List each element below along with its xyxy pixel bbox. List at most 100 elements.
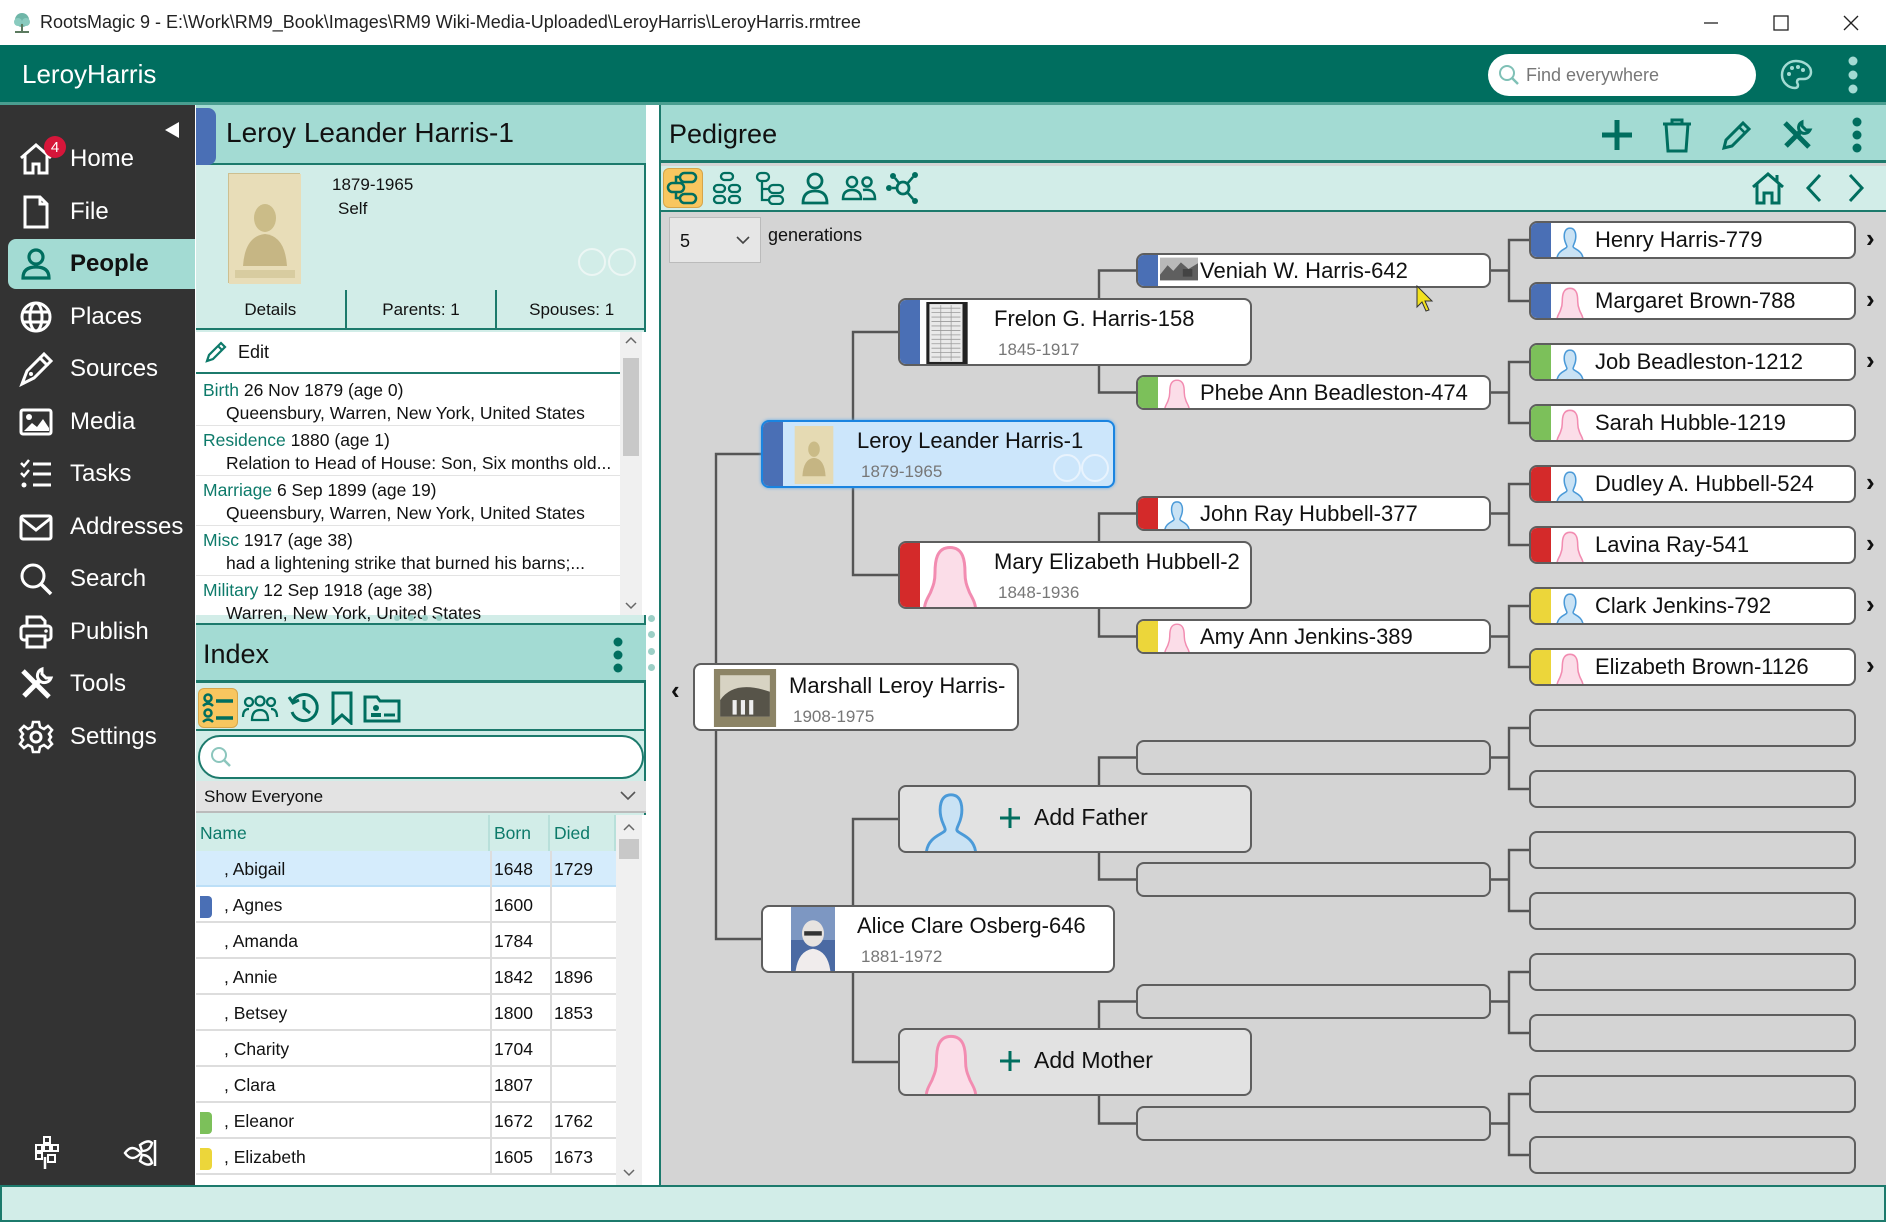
sidebar-item-tools[interactable]: Tools <box>8 659 195 709</box>
sidebar-item-sources[interactable]: Sources <box>8 344 195 394</box>
tools-icon[interactable] <box>1775 113 1819 157</box>
add-mother-box[interactable]: Add Mother <box>898 1028 1252 1096</box>
pedigree-view-icon[interactable] <box>663 168 703 208</box>
empty-person-box[interactable] <box>1529 953 1856 991</box>
sidebar-item-media[interactable]: Media <box>8 397 195 447</box>
grandparent-person-box[interactable]: Veniah W. Harris-642 <box>1136 253 1491 288</box>
familysearch-tree-icon[interactable] <box>32 1135 64 1171</box>
more-vert-icon[interactable] <box>1838 53 1868 97</box>
empty-person-box[interactable] <box>1136 862 1491 897</box>
spouse-person-box[interactable]: Alice Clare Osberg-646 1881-1972 <box>761 905 1115 973</box>
bookmark-icon[interactable] <box>322 688 362 728</box>
close-button[interactable] <box>1816 0 1886 45</box>
empty-person-box[interactable] <box>1529 892 1856 930</box>
index-search-input[interactable] <box>238 747 618 767</box>
scroll-down-icon[interactable] <box>625 602 637 610</box>
delete-icon[interactable] <box>1655 113 1699 157</box>
table-row[interactable]: , Amanda 1784 <box>196 923 616 959</box>
name-list-icon[interactable] <box>198 688 238 728</box>
filter-dropdown[interactable]: Show Everyone <box>196 781 646 813</box>
minimize-button[interactable] <box>1676 0 1746 45</box>
tab-spouses[interactable]: Spouses: 1 <box>495 290 646 328</box>
ancestry-leaf-icon[interactable] <box>122 1137 160 1169</box>
index-search[interactable] <box>198 735 644 779</box>
table-row[interactable]: , Betsey 1800 1853 <box>196 995 616 1031</box>
back-icon[interactable] <box>1794 168 1834 208</box>
more-vert-icon[interactable] <box>610 635 626 675</box>
family-view-icon[interactable] <box>707 168 747 208</box>
descendants-view-icon[interactable] <box>751 168 791 208</box>
sidebar-item-home[interactable]: Home 4 <box>8 134 195 184</box>
people-view-icon[interactable] <box>839 168 879 208</box>
grandparent-person-box[interactable]: John Ray Hubbell-377 <box>1136 496 1491 531</box>
generations-select[interactable]: 5 <box>669 217 761 263</box>
expand-ancestors-arrow[interactable]: › <box>1866 467 1875 498</box>
root-person-box[interactable]: Leroy Leander Harris-1 1879-1965 <box>761 420 1115 488</box>
great-grandparent-person-box[interactable]: Henry Harris-779 <box>1529 221 1856 259</box>
palette-icon[interactable] <box>1776 55 1816 95</box>
table-row[interactable]: , Abigail 1648 1729 <box>196 851 616 887</box>
person-name[interactable]: Leroy Leander Harris-1 <box>226 117 514 149</box>
scroll-up-icon[interactable] <box>623 823 635 831</box>
expand-ancestors-arrow[interactable]: › <box>1866 650 1875 681</box>
individual-view-icon[interactable] <box>795 168 835 208</box>
add-father-box[interactable]: Add Father <box>898 785 1252 853</box>
empty-person-box[interactable] <box>1529 770 1856 808</box>
more-vert-icon[interactable] <box>1835 113 1879 157</box>
great-grandparent-person-box[interactable]: Dudley A. Hubbell-524 <box>1529 465 1856 503</box>
column-header-born[interactable]: Born <box>490 815 550 851</box>
person-photo[interactable] <box>228 173 301 284</box>
groups-icon[interactable] <box>240 688 280 728</box>
add-icon[interactable] <box>1595 113 1639 157</box>
empty-person-box[interactable] <box>1529 1014 1856 1052</box>
great-grandparent-person-box[interactable]: Clark Jenkins-792 <box>1529 587 1856 625</box>
facts-scrollbar[interactable] <box>620 332 642 615</box>
sidebar-item-file[interactable]: File <box>8 187 195 237</box>
sidebar-item-tasks[interactable]: Tasks <box>8 449 195 499</box>
fact-row[interactable]: Residence 1880 (age 1) Relation to Head o… <box>196 426 620 476</box>
sidebar-item-addresses[interactable]: Addresses <box>8 502 195 552</box>
scroll-thumb[interactable] <box>619 839 639 859</box>
empty-person-box[interactable] <box>1529 1136 1856 1174</box>
expand-ancestors-arrow[interactable]: › <box>1866 345 1875 376</box>
child-person-box[interactable]: Marshall Leroy Harris- 1908-1975 <box>693 663 1019 731</box>
tab-parents[interactable]: Parents: 1 <box>344 290 496 328</box>
father-person-box[interactable]: Frelon G. Harris-158 1845-1917 <box>898 298 1252 366</box>
empty-person-box[interactable] <box>1529 831 1856 869</box>
expand-ancestors-arrow[interactable]: › <box>1866 528 1875 559</box>
maximize-button[interactable] <box>1746 0 1816 45</box>
vertical-splitter-handle[interactable] <box>648 615 656 671</box>
empty-person-box[interactable] <box>1136 740 1491 775</box>
add-father-button[interactable]: Add Father <box>998 804 1148 831</box>
grandparent-person-box[interactable]: Phebe Ann Beadleston-474 <box>1136 375 1491 410</box>
find-everywhere-input[interactable] <box>1526 64 1736 86</box>
scroll-up-icon[interactable] <box>625 336 637 344</box>
back-to-child-arrow[interactable]: ‹ <box>671 675 680 706</box>
empty-person-box[interactable] <box>1136 984 1491 1019</box>
sidebar-item-publish[interactable]: Publish <box>8 607 195 657</box>
table-row[interactable]: , Annie 1842 1896 <box>196 959 616 995</box>
empty-person-box[interactable] <box>1136 1106 1491 1141</box>
add-mother-button[interactable]: Add Mother <box>998 1047 1153 1074</box>
table-row[interactable]: , Elizabeth 1605 1673 <box>196 1139 616 1175</box>
sidebar-item-settings[interactable]: Settings <box>8 712 195 762</box>
column-header-name[interactable]: Name <box>196 815 490 851</box>
expand-ancestors-arrow[interactable]: › <box>1866 284 1875 315</box>
table-row[interactable]: , Clara 1807 <box>196 1067 616 1103</box>
table-row[interactable]: , Charity 1704 <box>196 1031 616 1067</box>
table-row[interactable]: , Eleanor 1672 1762 <box>196 1103 616 1139</box>
edit-icon[interactable] <box>1715 113 1759 157</box>
tab-details[interactable]: Details <box>196 290 345 328</box>
expand-ancestors-arrow[interactable]: › <box>1866 589 1875 620</box>
table-row[interactable]: , Agnes 1600 <box>196 887 616 923</box>
scroll-down-icon[interactable] <box>623 1169 635 1177</box>
great-grandparent-person-box[interactable]: Margaret Brown-788 <box>1529 282 1856 320</box>
great-grandparent-person-box[interactable]: Sarah Hubble-1219 <box>1529 404 1856 442</box>
index-scrollbar[interactable] <box>616 815 642 1185</box>
mother-person-box[interactable]: Mary Elizabeth Hubbell-2 1848-1936 <box>898 541 1252 609</box>
great-grandparent-person-box[interactable]: Job Beadleston-1212 <box>1529 343 1856 381</box>
forward-icon[interactable] <box>1836 168 1876 208</box>
find-everywhere-search[interactable] <box>1488 54 1756 96</box>
grandparent-person-box[interactable]: Amy Ann Jenkins-389 <box>1136 619 1491 654</box>
expand-ancestors-arrow[interactable]: › <box>1866 223 1875 254</box>
